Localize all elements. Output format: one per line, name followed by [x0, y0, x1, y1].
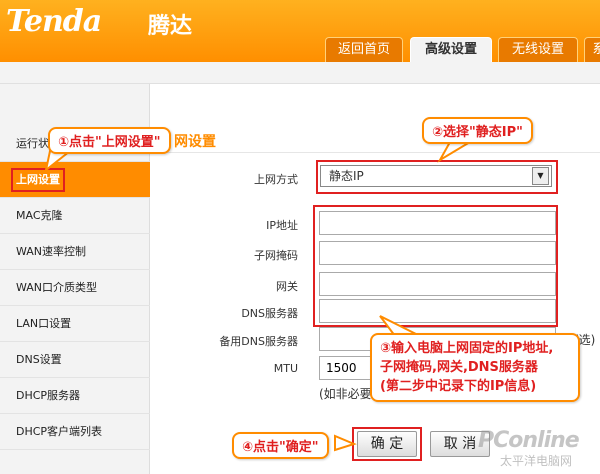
- callout-step-3-line-2: 子网掩码,网关,DNS服务器: [380, 360, 538, 375]
- callout-2-tail: [437, 141, 474, 163]
- callout-4-tail: [334, 434, 357, 452]
- callout-step-3: ③输入电脑上网固定的IP地址, 子网掩码,网关,DNS服务器 (第二步中记录下的…: [370, 333, 580, 402]
- callout-step-1: ①点击"上网设置": [48, 127, 171, 154]
- callout-step-3-line-3: (第二步中记录下的IP信息): [380, 379, 537, 394]
- pconline-watermark: PConline: [478, 428, 580, 453]
- callout-step-4: ④点击"确定": [232, 432, 329, 459]
- callout-step-3-line-1: ③输入电脑上网固定的IP地址,: [380, 341, 554, 356]
- callout-tails: [44, 141, 474, 452]
- pconline-watermark-sub: 太平洋电脑网: [500, 454, 573, 468]
- callout-step-2: ②选择"静态IP": [422, 117, 533, 144]
